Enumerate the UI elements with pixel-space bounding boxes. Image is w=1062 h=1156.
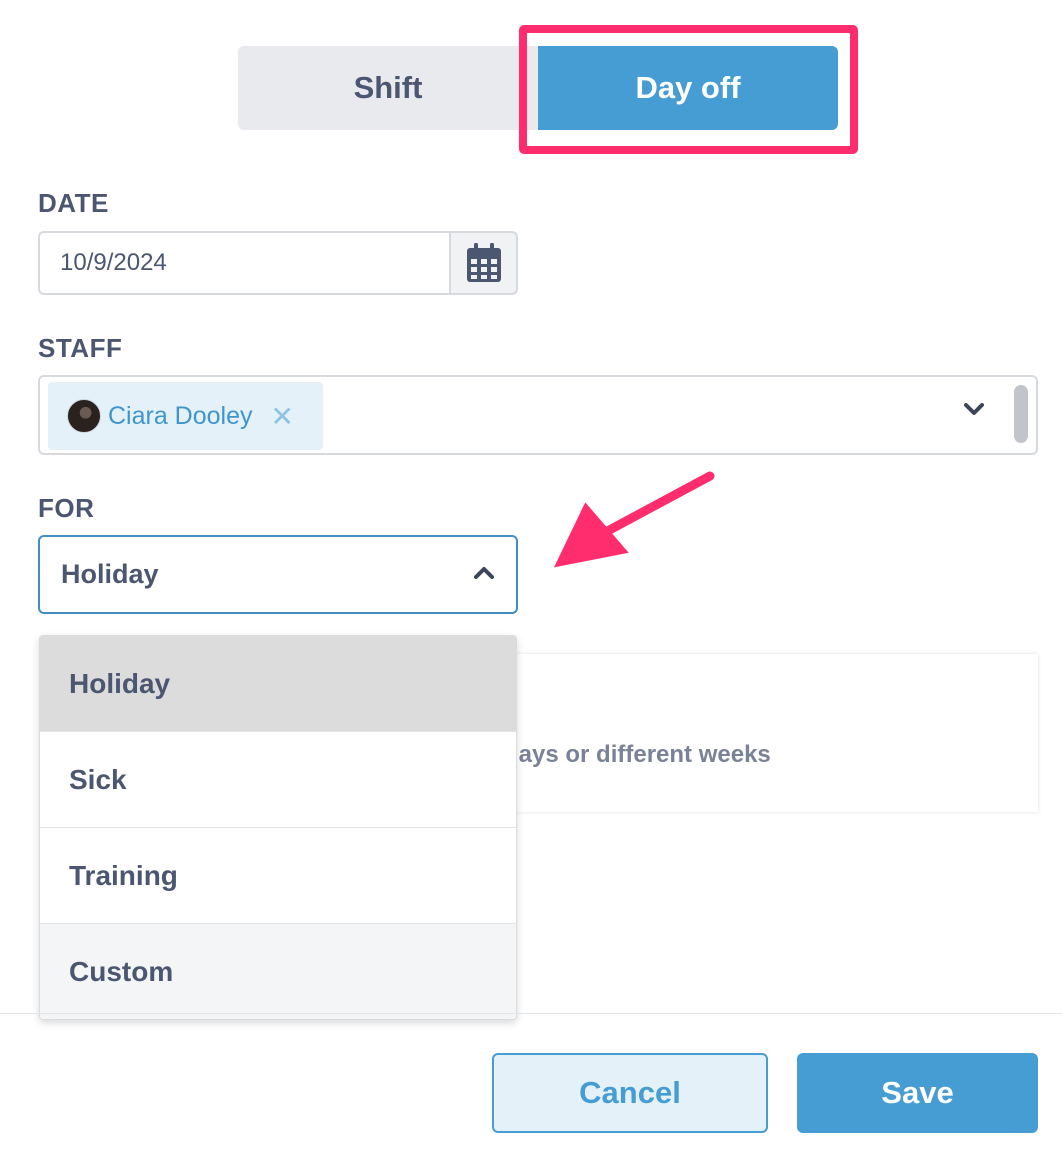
staff-chip: Ciara Dooley ✕ [48, 382, 323, 450]
option-holiday[interactable]: Holiday [40, 636, 516, 732]
staff-chip-name: Ciara Dooley [108, 401, 253, 430]
option-training[interactable]: Training [40, 828, 516, 924]
day-off-form: Shift Day off DATE 10/9/2024 STAFF Ciara… [0, 0, 1062, 1156]
date-label: DATE [38, 188, 109, 218]
repeat-options-text: lays or different weeks [512, 741, 771, 768]
staff-label: STAFF [38, 333, 123, 363]
for-dropdown-menu: Holiday Sick Training Custom [39, 635, 517, 1020]
for-label: FOR [38, 493, 95, 523]
for-select-value: Holiday [61, 559, 159, 589]
remove-chip-icon[interactable]: ✕ [271, 400, 294, 433]
cancel-button[interactable]: Cancel [492, 1053, 768, 1133]
pointer-arrow-icon [554, 471, 715, 568]
option-custom[interactable]: Custom [40, 924, 516, 1019]
shift-tab[interactable]: Shift [238, 46, 538, 130]
save-button[interactable]: Save [797, 1053, 1038, 1133]
repeat-options-panel [510, 654, 1038, 812]
date-input[interactable]: 10/9/2024 [38, 231, 450, 295]
option-sick[interactable]: Sick [40, 732, 516, 828]
staff-select[interactable]: Ciara Dooley ✕ [38, 375, 1038, 455]
avatar [67, 399, 101, 433]
for-select[interactable]: Holiday [38, 535, 518, 614]
footer-divider [0, 1013, 1062, 1014]
chevron-up-icon [474, 567, 494, 579]
calendar-icon [466, 243, 501, 282]
calendar-button[interactable] [449, 231, 518, 295]
chevron-down-icon[interactable] [964, 403, 984, 417]
highlight-box [519, 25, 858, 154]
scrollbar-thumb[interactable] [1014, 385, 1028, 443]
